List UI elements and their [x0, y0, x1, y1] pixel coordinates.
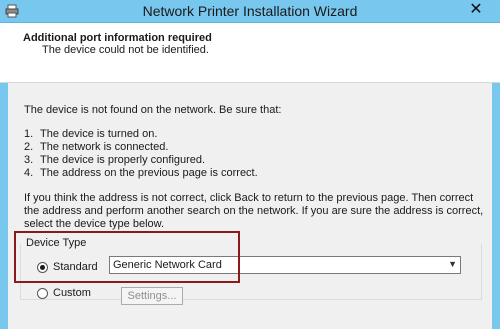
- settings-button[interactable]: Settings...: [121, 287, 183, 305]
- list-item-text: The network is connected.: [40, 141, 169, 153]
- list-item: 2. The network is connected.: [24, 141, 168, 153]
- instructions-text: If you think the address is not correct,…: [24, 192, 484, 230]
- list-item: 3. The device is properly configured.: [24, 154, 205, 166]
- close-button[interactable]: ✕: [462, 0, 490, 20]
- list-item-number: 3.: [24, 154, 34, 166]
- highlight-box: [14, 231, 240, 283]
- chevron-down-icon[interactable]: ▼: [448, 259, 457, 269]
- close-icon: ✕: [469, 1, 483, 18]
- list-item: 4. The address on the previous page is co…: [24, 167, 258, 179]
- custom-radio-label[interactable]: Custom: [53, 287, 91, 299]
- list-item-number: 4.: [24, 167, 34, 179]
- header-subtitle: The device could not be identified.: [42, 44, 209, 56]
- wizard-header: Additional port information required The…: [0, 23, 500, 83]
- header-title: Additional port information required: [23, 32, 212, 44]
- window-title: Network Printer Installation Wizard: [142, 3, 358, 19]
- custom-radio[interactable]: [37, 288, 48, 299]
- list-item: 1. The device is turned on.: [24, 128, 157, 140]
- title-bar[interactable]: Network Printer Installation Wizard ✕: [0, 0, 500, 23]
- list-item-number: 1.: [24, 128, 34, 140]
- list-item-number: 2.: [24, 141, 34, 153]
- intro-text: The device is not found on the network. …: [24, 104, 282, 116]
- list-item-text: The device is properly configured.: [40, 154, 206, 166]
- wizard-content: The device is not found on the network. …: [8, 83, 492, 329]
- list-item-text: The address on the previous page is corr…: [40, 167, 258, 179]
- list-item-text: The device is turned on.: [40, 128, 158, 140]
